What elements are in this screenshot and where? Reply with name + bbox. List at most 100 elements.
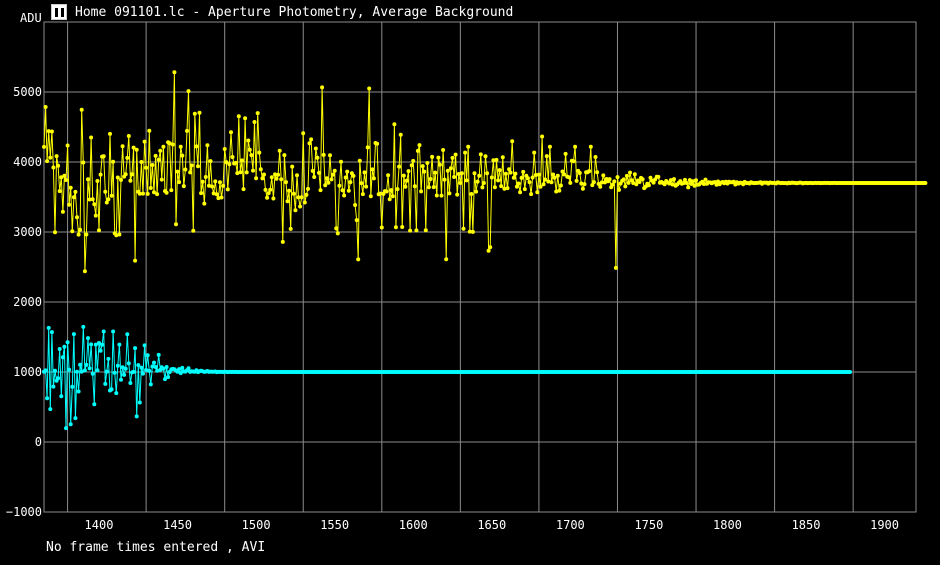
series-1-point	[544, 154, 549, 159]
series-1-point	[470, 229, 475, 234]
series-1-point	[632, 172, 637, 177]
y-tick-label: 2000	[13, 295, 42, 309]
series-1-point	[258, 167, 263, 172]
series-1-point	[306, 186, 310, 191]
series-1-point	[282, 153, 287, 158]
series-1-point	[426, 185, 431, 190]
series-1-point	[260, 176, 265, 181]
x-tick-label: 1900	[870, 518, 899, 532]
y-tick-label: 0	[35, 435, 42, 449]
series-1-point	[222, 147, 227, 151]
series-1-point	[291, 191, 296, 196]
series-1-point	[67, 202, 72, 207]
series-1-point	[321, 152, 326, 157]
series-1-point	[208, 159, 213, 164]
series-1-point	[181, 184, 186, 189]
series-1-point	[205, 143, 210, 148]
series-1-point	[274, 176, 279, 181]
series-2-point	[45, 396, 50, 401]
series-1-point	[197, 110, 202, 115]
series-2-point	[51, 384, 56, 389]
series-1-point	[513, 171, 518, 176]
series-2-point	[141, 371, 145, 376]
series-1-point	[452, 175, 457, 179]
series-1-point	[218, 180, 222, 185]
series-1-point	[591, 180, 596, 185]
series-1-point	[477, 173, 482, 178]
series-1-point	[307, 141, 312, 146]
series-1-point	[593, 155, 598, 159]
series-1-point	[485, 171, 490, 176]
series-1-point	[106, 197, 111, 202]
series-2-point	[133, 346, 138, 351]
series-2-point	[43, 368, 48, 373]
series-1-point	[558, 183, 563, 188]
series-1-point	[280, 239, 285, 244]
series-2-point	[87, 366, 92, 371]
series-1-point	[566, 175, 571, 180]
series-1-point	[164, 190, 169, 195]
series-2-point	[142, 343, 147, 348]
series-1-point	[169, 188, 174, 193]
series-2-point	[89, 342, 94, 347]
series-2-point	[139, 365, 144, 370]
series-1-point	[499, 184, 504, 189]
series-1-point	[516, 181, 521, 186]
series-1-point	[229, 130, 233, 135]
series-1-point	[194, 144, 199, 149]
series-1-point	[342, 193, 347, 198]
series-1-point	[191, 228, 196, 233]
series-2-point	[59, 394, 64, 399]
series-1-point	[265, 195, 270, 200]
series-2-point	[68, 422, 73, 427]
series-2-point	[48, 407, 53, 412]
series-2-point	[98, 348, 103, 353]
series-1-point	[81, 160, 86, 165]
series-1-point	[535, 190, 540, 195]
series-1-point	[108, 131, 112, 136]
series-1-point	[268, 187, 273, 192]
y-tick-label: 1000	[13, 365, 42, 379]
x-tick-label: 1700	[556, 518, 585, 532]
series-1-point	[422, 169, 427, 174]
x-tick-label: 1550	[320, 518, 349, 532]
series-1-point	[428, 177, 433, 181]
series-1-point	[90, 197, 95, 202]
series-2-point	[848, 370, 852, 374]
series-1-point	[57, 189, 62, 194]
series-1-point	[923, 181, 928, 185]
series-2-point	[104, 369, 109, 374]
light-curve-chart[interactable]: 1400 1450 1500 1550 1600 1650 1700 1750 1800 1850…	[0, 0, 940, 565]
series-1-point	[571, 159, 576, 164]
series-1-point	[340, 188, 345, 193]
series-1-point	[466, 144, 471, 149]
series-1-point	[370, 167, 375, 172]
series-1-point	[448, 166, 453, 171]
series-1-point	[420, 164, 425, 169]
series-1-point	[613, 265, 618, 270]
series-2-point	[65, 340, 70, 345]
series-1-point	[500, 155, 505, 160]
series-1-point	[186, 89, 191, 94]
series-1-point	[404, 178, 409, 183]
series-1-point	[386, 173, 391, 178]
series-1-point	[285, 199, 290, 204]
series-1-point	[686, 185, 691, 190]
series-1-point	[351, 173, 356, 178]
series-1-point	[530, 175, 535, 180]
series-1-point	[532, 150, 537, 155]
series-2-point	[103, 381, 108, 386]
series-2-point	[53, 368, 57, 373]
series-1-point	[95, 179, 100, 183]
series-1-point	[320, 85, 325, 90]
series-1-point	[175, 169, 180, 174]
series-1-point	[496, 178, 501, 183]
series-1-point	[271, 196, 276, 201]
series-1-point	[557, 188, 562, 193]
series-1-point	[200, 179, 205, 184]
series-1-point	[172, 70, 177, 75]
series-1-point	[400, 225, 405, 229]
series-2-point	[153, 365, 158, 369]
series-1-point	[241, 187, 246, 192]
series-1-point	[348, 180, 353, 185]
